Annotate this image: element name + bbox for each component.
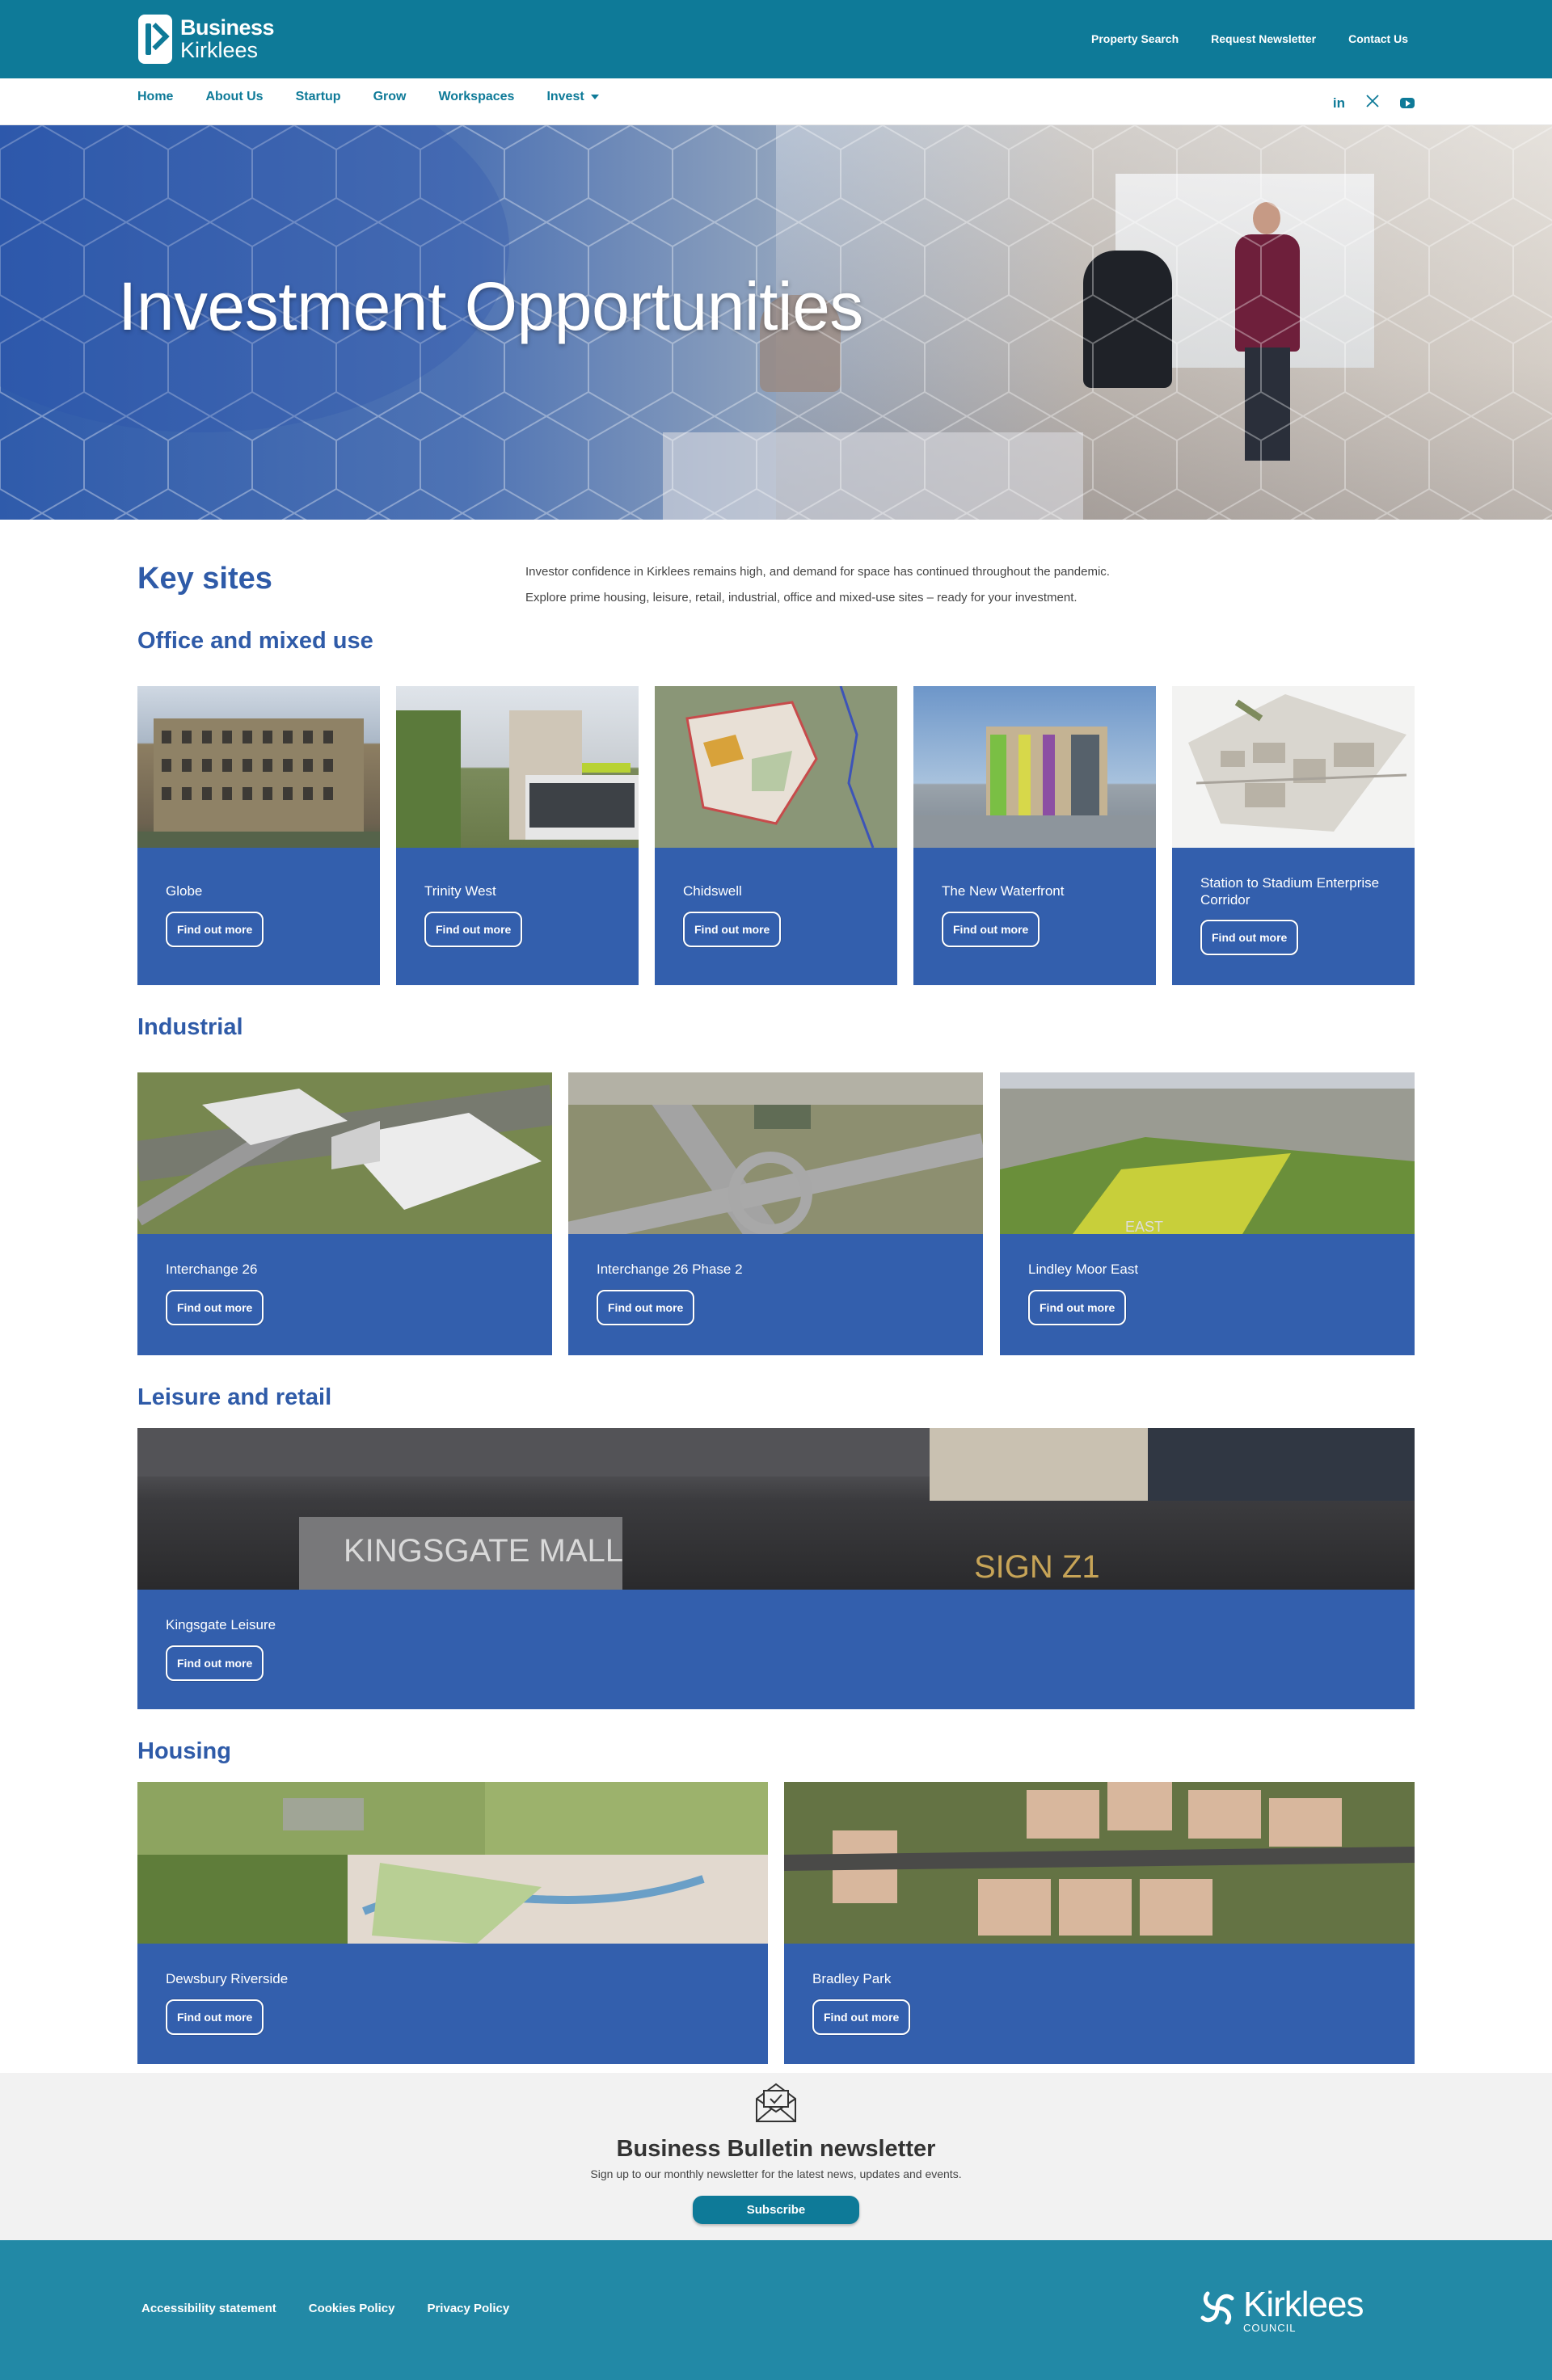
hero-title: Investment Opportunities (118, 268, 863, 344)
youtube-icon[interactable] (1400, 98, 1415, 108)
subscribe-button[interactable]: Subscribe (693, 2196, 859, 2224)
card-title: Globe (166, 883, 203, 899)
card-title: Interchange 26 (166, 1262, 258, 1277)
site-card-lindley-moor-east[interactable]: EAST Lindley Moor East Find out more (1000, 1072, 1415, 1355)
site-card-trinity-west[interactable]: Trinity West Find out more (396, 686, 639, 985)
nav-grow[interactable]: Grow (373, 90, 407, 104)
accessibility-statement-link[interactable]: Accessibility statement (141, 2302, 276, 2315)
k-logo-icon (138, 15, 172, 64)
main-nav: Home About Us Startup Grow Workspaces In… (0, 78, 1552, 125)
sign-z1-text: SIGN Z1 (974, 1549, 1100, 1585)
find-out-more-button[interactable]: Find out more (166, 912, 264, 947)
industrial-section-title: Industrial (137, 1014, 243, 1040)
new-waterfront-image (913, 686, 1156, 848)
dewsbury-riverside-image (137, 1782, 768, 1944)
find-out-more-button[interactable]: Find out more (166, 1645, 264, 1681)
footer: Accessibility statement Cookies Policy P… (0, 2240, 1552, 2380)
business-kirklees-logo[interactable]: Business Kirklees (138, 15, 275, 64)
logo-line2: Kirklees (180, 38, 259, 62)
find-out-more-button[interactable]: Find out more (424, 912, 523, 947)
kirklees-swirl-icon (1200, 2291, 1234, 2325)
card-title: Dewsbury Riverside (166, 1971, 289, 1986)
find-out-more-button[interactable]: Find out more (166, 1999, 264, 2035)
find-out-more-button[interactable]: Find out more (166, 1290, 264, 1325)
hero-banner: Investment Opportunities (0, 125, 1552, 520)
cookies-policy-link[interactable]: Cookies Policy (309, 2302, 395, 2315)
newsletter-section: Business Bulletin newsletter Sign up to … (0, 2073, 1552, 2240)
kingsgate-sign-text: KINGSGATE MALL (344, 1533, 623, 1569)
card-title: Station to Stadium Enterprise Corridor (1200, 875, 1380, 908)
property-search-link[interactable]: Property Search (1091, 32, 1179, 45)
newsletter-text: Sign up to our monthly newsletter for th… (590, 2167, 962, 2180)
intro-text: Investor confidence in Kirklees remains … (525, 559, 1334, 611)
trinity-west-image (396, 686, 639, 848)
kirklees-council-logo[interactable]: Kirklees COUNCIL (1196, 2287, 1364, 2333)
find-out-more-button[interactable]: Find out more (1028, 1290, 1127, 1325)
intro-line1: Investor confidence in Kirklees remains … (525, 565, 1110, 579)
site-card-globe[interactable]: Globe Find out more (137, 686, 380, 985)
housing-section-title: Housing (137, 1738, 231, 1764)
site-card-interchange-26-phase-2[interactable]: Interchange 26 Phase 2 Find out more (568, 1072, 983, 1355)
field-label-east: EAST (1125, 1219, 1163, 1234)
privacy-policy-link[interactable]: Privacy Policy (427, 2302, 509, 2315)
intro-line2: Explore prime housing, leisure, retail, … (525, 591, 1078, 604)
contact-us-link[interactable]: Contact Us (1348, 32, 1408, 45)
card-title: Interchange 26 Phase 2 (597, 1262, 743, 1277)
council-name: Kirklees (1243, 2285, 1364, 2324)
find-out-more-button[interactable]: Find out more (942, 912, 1040, 947)
nav-startup[interactable]: Startup (296, 90, 341, 104)
nav-invest-label: Invest (546, 90, 584, 103)
card-title: Lindley Moor East (1028, 1262, 1139, 1277)
lindley-moor-east-image: EAST (1000, 1072, 1415, 1234)
chevron-down-icon (590, 95, 599, 99)
card-title: The New Waterfront (942, 883, 1065, 899)
site-card-new-waterfront[interactable]: The New Waterfront Find out more (913, 686, 1156, 985)
card-title: Chidswell (683, 883, 742, 899)
kingsgate-leisure-image: KINGSGATE MALL SIGN Z1 (137, 1428, 1415, 1590)
request-newsletter-link[interactable]: Request Newsletter (1211, 32, 1316, 45)
envelope-icon (756, 2083, 796, 2122)
nav-workspaces[interactable]: Workspaces (438, 90, 514, 104)
site-card-chidswell[interactable]: Chidswell Find out more (655, 686, 897, 985)
find-out-more-button[interactable]: Find out more (683, 912, 782, 947)
chidswell-map-image (655, 686, 897, 848)
station-to-stadium-image (1172, 686, 1415, 848)
find-out-more-button[interactable]: Find out more (1200, 920, 1299, 955)
nav-home[interactable]: Home (137, 90, 173, 104)
site-card-interchange-26[interactable]: Interchange 26 Find out more (137, 1072, 552, 1355)
office-section-title: Office and mixed use (137, 628, 373, 654)
site-card-dewsbury-riverside[interactable]: Dewsbury Riverside Find out more (137, 1782, 768, 2064)
newsletter-title: Business Bulletin newsletter (616, 2136, 936, 2162)
site-card-kingsgate-leisure[interactable]: KINGSGATE MALL SIGN Z1 Kingsgate Leisure … (137, 1428, 1415, 1709)
globe-image (137, 686, 380, 848)
card-title: Trinity West (424, 883, 496, 899)
top-links: Property Search Request Newsletter Conta… (1091, 32, 1408, 45)
site-card-station-to-stadium[interactable]: Station to Stadium Enterprise Corridor F… (1172, 686, 1415, 985)
linkedin-icon[interactable]: in (1333, 95, 1345, 112)
x-icon[interactable] (1366, 95, 1379, 112)
find-out-more-button[interactable]: Find out more (812, 1999, 911, 2035)
leisure-section-title: Leisure and retail (137, 1384, 332, 1410)
nav-about-us[interactable]: About Us (205, 90, 263, 104)
interchange-26-image (137, 1072, 552, 1234)
logo-line1: Business (180, 15, 275, 40)
site-card-bradley-park[interactable]: Bradley Park Find out more (784, 1782, 1415, 2064)
top-bar: Business Kirklees Property Search Reques… (0, 0, 1552, 78)
social-links: in (1333, 95, 1415, 112)
find-out-more-button[interactable]: Find out more (597, 1290, 695, 1325)
card-title: Kingsgate Leisure (166, 1617, 276, 1632)
nav-invest[interactable]: Invest (546, 90, 599, 104)
interchange-26-phase-2-image (568, 1072, 983, 1234)
key-sites-heading: Key sites (137, 562, 272, 596)
bradley-park-image (784, 1782, 1415, 1944)
card-title: Bradley Park (812, 1971, 892, 1986)
